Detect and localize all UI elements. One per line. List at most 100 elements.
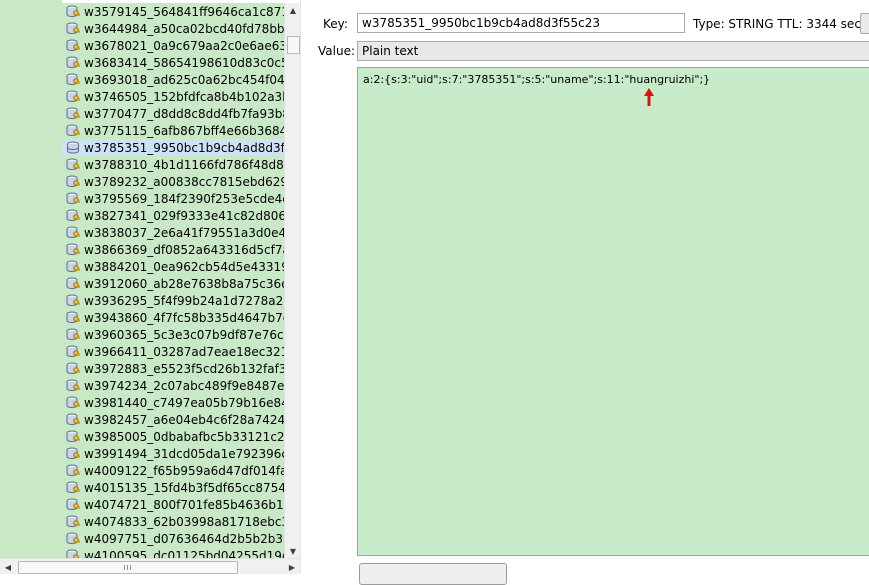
scroll-right-arrow-icon[interactable]: ▶ <box>284 560 300 574</box>
key-list-item-label: w3644984_a50ca02bcd40fd78bb18 <box>84 21 284 36</box>
database-key-icon <box>66 532 80 545</box>
key-list-item[interactable]: w3644984_a50ca02bcd40fd78bb18 <box>62 20 284 37</box>
key-list-item-label: w3982457_a6e04eb4c6f28a7424df <box>84 412 284 427</box>
key-list-item[interactable]: w3788310_4b1d1166fd786f48d8eb <box>62 156 284 173</box>
database-key-icon <box>66 243 80 256</box>
key-list-item[interactable]: w3991494_31dcd05da1e792396c7 <box>62 445 284 462</box>
key-list-item-label: w3770477_d8dd8c8dd4fb7fa93b8d <box>84 106 284 121</box>
database-key-icon <box>66 379 80 392</box>
key-list-item[interactable]: w3960365_5c3e3c07b9df87e76c06 <box>62 326 284 343</box>
ttl-button[interactable] <box>860 13 869 34</box>
key-caption: Key: <box>323 17 348 31</box>
horizontal-scroll-thumb[interactable]: III <box>18 561 238 574</box>
key-list-item-label: w3985005_0dbabafbc5b33121c2f3 <box>84 429 284 444</box>
database-key-icon <box>66 124 80 137</box>
key-list-item[interactable]: w4074721_800f701fe85b4636b167 <box>62 496 284 513</box>
key-list-item[interactable]: w3838037_2e6a41f79551a3d0e40 <box>62 224 284 241</box>
key-list-item[interactable]: w3827341_029f9333e41c82d806ce <box>62 207 284 224</box>
key-list-item-label: w3775115_6afb867bff4e66b3684d4 <box>84 123 284 138</box>
key-list-item[interactable]: w3982457_a6e04eb4c6f28a7424df <box>62 411 284 428</box>
key-list-item-label: w3866369_df0852a643316d5cf7aff <box>84 242 284 257</box>
database-key-icon <box>66 396 80 409</box>
database-key-icon <box>66 158 80 171</box>
value-format-select[interactable]: Plain text <box>357 41 869 61</box>
key-list-item[interactable]: w3985005_0dbabafbc5b33121c2f3 <box>62 428 284 445</box>
key-list-item[interactable]: w3936295_5f4f99b24a1d7278a280 <box>62 292 284 309</box>
database-key-icon <box>66 192 80 205</box>
key-list-item-label: w3943860_4f7fc58b335d4647b7c9 <box>84 310 284 325</box>
key-list-item[interactable]: w3693018_ad625c0a62bc454f042f <box>62 71 284 88</box>
key-list-item-label: w3579145_564841ff9646ca1c871a <box>84 4 284 19</box>
key-list-item[interactable]: w3943860_4f7fc58b335d4647b7c9 <box>62 309 284 326</box>
database-key-icon <box>66 430 80 443</box>
key-list-item-label: w3693018_ad625c0a62bc454f042f <box>84 72 284 87</box>
vertical-scroll-thumb[interactable] <box>287 36 300 54</box>
database-key-icon <box>66 481 80 494</box>
key-list-item[interactable]: w3974234_2c07abc489f9e8487e3b <box>62 377 284 394</box>
key-list-item[interactable]: w4100595_dc01125bd04255d19d7 <box>62 547 284 558</box>
tree-indent-area <box>0 0 62 574</box>
save-button[interactable] <box>359 563 507 585</box>
key-list-item[interactable]: w4074833_62b03998a81718ebc3e <box>62 513 284 530</box>
key-name-field[interactable]: w3785351_9950bc1b9cb4ad8d3f55c23 <box>357 13 685 33</box>
database-key-icon <box>66 209 80 222</box>
key-list-item-label: w3795569_184f2390f253e5cde4ea <box>84 191 284 206</box>
key-list-item-label: w3746505_152bfdfca8b4b102a3ba <box>84 89 284 104</box>
scroll-down-arrow-icon[interactable]: ▼ <box>285 544 300 558</box>
key-list-item-label: w4074721_800f701fe85b4636b167 <box>84 497 284 512</box>
key-list-item-label: w3960365_5c3e3c07b9df87e76c06 <box>84 327 284 342</box>
key-list-item-label: w3981440_c7497ea05b79b16e84b <box>84 395 284 410</box>
key-list-item[interactable]: w3966411_03287ad7eae18ec321c <box>62 343 284 360</box>
key-list-item[interactable]: w3866369_df0852a643316d5cf7aff <box>62 241 284 258</box>
key-list-item[interactable]: w3775115_6afb867bff4e66b3684d4 <box>62 122 284 139</box>
database-key-icon <box>66 5 80 18</box>
value-editor[interactable]: a:2:{s:3:"uid";s:7:"3785351";s:5:"uname"… <box>357 67 869 556</box>
database-key-icon <box>66 311 80 324</box>
key-list-item[interactable]: w3795569_184f2390f253e5cde4ea <box>62 190 284 207</box>
key-list-item-label: w4074833_62b03998a81718ebc3e <box>84 514 284 529</box>
key-list-item-label: w3827341_029f9333e41c82d806ce <box>84 208 284 223</box>
key-list-item-label: w4015135_15fd4b3f5df65cc87543a <box>84 480 284 495</box>
database-key-icon <box>66 515 80 528</box>
scroll-left-arrow-icon[interactable]: ◀ <box>0 560 16 574</box>
database-key-icon <box>66 73 80 86</box>
scroll-up-arrow-icon[interactable]: ▲ <box>285 3 300 17</box>
database-key-icon <box>66 107 80 120</box>
key-list-item[interactable]: w3789232_a00838cc7815ebd6299 <box>62 173 284 190</box>
key-list-item[interactable]: w3972883_e5523f5cd26b132faf3df <box>62 360 284 377</box>
key-tree-panel: w3579145_564841ff9646ca1c871a w3644984_a5… <box>0 0 300 574</box>
scroll-grip-icon: III <box>123 563 133 572</box>
key-list-item[interactable]: w3678021_0a9c679aa2c0e6ae635 <box>62 37 284 54</box>
key-list-item-label: w3788310_4b1d1166fd786f48d8eb <box>84 157 284 172</box>
horizontal-scrollbar[interactable]: ◀ III ▶ <box>0 558 300 574</box>
key-list-item[interactable]: w3579145_564841ff9646ca1c871a <box>62 3 284 20</box>
database-key-icon <box>66 345 80 358</box>
database-key-icon <box>66 39 80 52</box>
database-key-icon <box>66 447 80 460</box>
value-text[interactable]: a:2:{s:3:"uid";s:7:"3785351";s:5:"uname"… <box>363 73 710 86</box>
key-list-item-label: w3884201_0ea962cb54d5e433199 <box>84 259 284 274</box>
type-ttl-info: Type: STRING TTL: 3344 sec <box>693 17 861 31</box>
key-list-item-label: w3991494_31dcd05da1e792396c7 <box>84 446 284 461</box>
key-list-item[interactable]: w3912060_ab28e7638b8a75c36e5 <box>62 275 284 292</box>
key-list-item-label: w3912060_ab28e7638b8a75c36e5 <box>84 276 284 291</box>
key-list-item[interactable]: w4009122_f65b959a6d47df014fa5 <box>62 462 284 479</box>
key-list-item[interactable]: w3683414_58654198610d83c0c50 <box>62 54 284 71</box>
key-list-item[interactable]: w3981440_c7497ea05b79b16e84b <box>62 394 284 411</box>
key-list-item[interactable]: w4097751_d07636464d2b5b2b334 <box>62 530 284 547</box>
key-list: w3579145_564841ff9646ca1c871a w3644984_a5… <box>62 3 284 558</box>
vertical-scrollbar[interactable]: ▲ ▼ <box>284 3 300 558</box>
database-key-icon <box>66 294 80 307</box>
database-key-icon <box>66 175 80 188</box>
key-list-item-label: w3972883_e5523f5cd26b132faf3df <box>84 361 284 376</box>
key-list-item[interactable]: w3770477_d8dd8c8dd4fb7fa93b8d <box>62 105 284 122</box>
key-list-item[interactable]: w3785351_9950bc1b9cb4ad8d3f55 <box>62 139 284 156</box>
panel-splitter[interactable] <box>300 0 307 574</box>
key-list-item-label: w3838037_2e6a41f79551a3d0e40 <box>84 225 284 240</box>
key-list-item[interactable]: w4015135_15fd4b3f5df65cc87543a <box>62 479 284 496</box>
key-list-item[interactable]: w3884201_0ea962cb54d5e433199 <box>62 258 284 275</box>
database-key-icon <box>66 260 80 273</box>
key-list-item[interactable]: w3746505_152bfdfca8b4b102a3ba <box>62 88 284 105</box>
database-key-icon <box>66 362 80 375</box>
value-caption: Value: <box>318 44 355 58</box>
